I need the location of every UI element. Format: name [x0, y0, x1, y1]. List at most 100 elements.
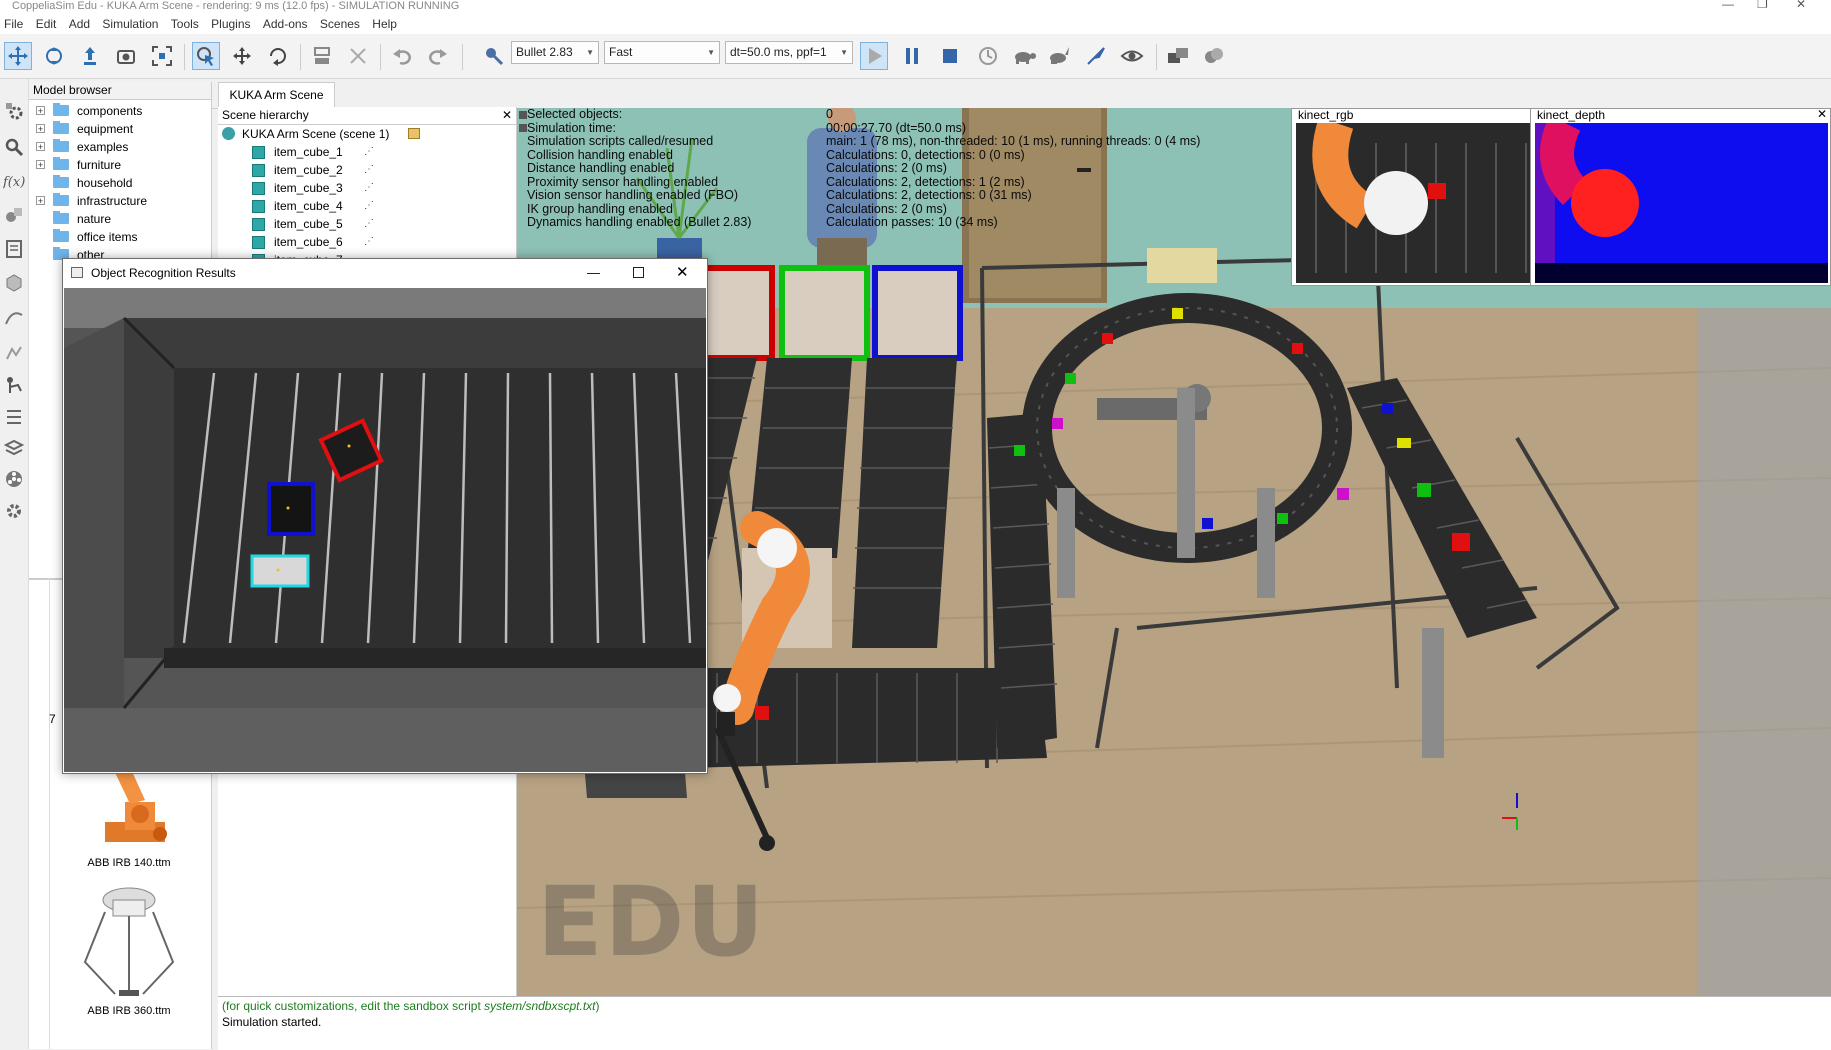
expand-icon[interactable]: + [36, 160, 45, 170]
folder-examples[interactable]: + examples [29, 138, 211, 156]
menu-add[interactable]: Add [65, 15, 95, 34]
realtime-clock-icon[interactable] [974, 42, 1002, 70]
folder-nature[interactable]: nature [29, 210, 211, 228]
menu-plugins[interactable]: Plugins [207, 15, 255, 34]
select-click-icon[interactable] [192, 42, 220, 70]
menu-scenes[interactable]: Scenes [316, 15, 365, 34]
console-script-link[interactable]: system/sndbxscpt.txt [484, 999, 595, 1013]
script-link-icon[interactable]: ⋰ [364, 215, 374, 233]
expand-icon[interactable]: + [36, 142, 45, 152]
close-window-button[interactable]: ✕ [1796, 0, 1806, 11]
camera-view-icon[interactable] [112, 42, 140, 70]
script-link-icon[interactable]: ⋰ [364, 197, 374, 215]
thread-rendering-icon[interactable] [1082, 42, 1110, 70]
expand-icon[interactable]: + [36, 106, 45, 116]
maximize-icon[interactable] [633, 267, 644, 278]
folder-components[interactable]: + components [29, 102, 211, 120]
script-link-icon[interactable]: ⋰ [364, 179, 374, 197]
speed-up-rabbit-icon[interactable] [1046, 42, 1074, 70]
delta-robot-thumbnail [83, 887, 175, 996]
scene-pages-icon[interactable] [1164, 42, 1192, 70]
maximize-button[interactable]: ❐ [1757, 0, 1768, 11]
recognition-view[interactable] [64, 288, 706, 772]
kinect-depth-view[interactable]: kinect_depth ✕ [1530, 108, 1831, 286]
play-button[interactable] [860, 42, 888, 70]
script-icon[interactable] [408, 128, 420, 139]
hierarchy-item[interactable]: item_cube_1 ⋰ [218, 143, 516, 161]
fit-to-view-icon[interactable] [148, 42, 176, 70]
film-reel-icon[interactable] [2, 467, 26, 491]
script-link-icon[interactable]: ⋰ [364, 143, 374, 161]
menu-simulation[interactable]: Simulation [98, 15, 163, 34]
hierarchy-item[interactable]: item_cube_6 ⋰ [218, 233, 516, 251]
folder-household[interactable]: household [29, 174, 211, 192]
pause-button[interactable] [898, 42, 926, 70]
camera-pan-icon[interactable] [4, 42, 32, 70]
model-thumbnail-abb-irb-360[interactable]: ABB IRB 360.ttm [65, 882, 193, 1022]
menu-edit[interactable]: Edit [32, 15, 62, 34]
script-link-icon[interactable]: ⋰ [364, 161, 374, 179]
minimize-icon[interactable]: — [587, 265, 600, 280]
menu-addons[interactable]: Add-ons [259, 15, 313, 34]
script-function-icon[interactable]: f(x) [2, 169, 26, 193]
folder-equipment[interactable]: + equipment [29, 120, 211, 138]
hierarchy-item[interactable]: item_cube_4 ⋰ [218, 197, 516, 215]
search-icon[interactable] [2, 135, 26, 159]
folder-infrastructure[interactable]: + infrastructure [29, 192, 211, 210]
kinematics-icon[interactable] [2, 373, 26, 397]
redo-icon[interactable] [424, 42, 452, 70]
svg-text:f(x): f(x) [3, 175, 25, 190]
gear-icon[interactable] [2, 499, 26, 523]
dialog-title: Object Recognition Results [91, 266, 236, 280]
slow-down-turtle-icon[interactable] [1010, 42, 1038, 70]
expand-icon[interactable]: + [36, 196, 45, 206]
simulation-settings-icon[interactable] [2, 99, 26, 123]
stop-button[interactable] [936, 42, 964, 70]
script-link-icon[interactable]: ⋰ [364, 233, 374, 251]
object-shift-icon[interactable] [228, 42, 256, 70]
close-icon[interactable]: ✕ [676, 263, 689, 281]
shapes-edit-icon[interactable] [2, 203, 26, 227]
expand-icon[interactable]: + [36, 124, 45, 134]
dialog-title-bar[interactable]: Object Recognition Results — ✕ [63, 259, 707, 287]
engine-select[interactable]: Bullet 2.83 ▼ [511, 41, 599, 64]
visualization-eye-icon[interactable] [1118, 42, 1146, 70]
hierarchy-item[interactable]: item_cube_2 ⋰ [218, 161, 516, 179]
menu-tools[interactable]: Tools [167, 15, 204, 34]
camera-shift-icon[interactable] [76, 42, 104, 70]
layers-icon[interactable] [1200, 42, 1228, 70]
path-edit-icon[interactable] [2, 305, 26, 329]
menu-help[interactable]: Help [368, 15, 402, 34]
undo-icon[interactable] [388, 42, 416, 70]
hierarchy-item[interactable]: item_cube_3 ⋰ [218, 179, 516, 197]
close-icon[interactable]: ✕ [1817, 108, 1827, 121]
subview-title-label: kinect_rgb [1298, 108, 1354, 122]
scene-3d-viewport[interactable]: Selected objects: Simulation time: Simul… [517, 108, 1831, 996]
menu-file[interactable]: File [0, 15, 28, 34]
folder-furniture[interactable]: + furniture [29, 156, 211, 174]
hierarchy-item[interactable]: item_cube_5 ⋰ [218, 215, 516, 233]
scene-root[interactable]: KUKA Arm Scene (scene 1) [218, 125, 516, 143]
transfer-dna-icon[interactable] [344, 42, 372, 70]
page-icon[interactable] [2, 237, 26, 261]
close-icon[interactable]: ✕ [502, 107, 512, 124]
assemble-icon[interactable] [308, 42, 336, 70]
list-icon[interactable] [2, 405, 26, 429]
tab-kuka-arm-scene[interactable]: KUKA Arm Scene [218, 82, 335, 107]
layers-stack-icon[interactable] [2, 435, 26, 459]
overlay-toggle-icon[interactable] [519, 111, 527, 119]
object-rotate-icon[interactable] [264, 42, 292, 70]
overlay-value: 00:00:27.70 (dt=50.0 ms) [826, 120, 967, 135]
cube-icon[interactable] [2, 271, 26, 295]
overlay-toggle-icon[interactable] [519, 124, 527, 132]
dynamics-engine-icon[interactable] [480, 42, 508, 70]
status-console[interactable]: (for quick customizations, edit the sand… [218, 996, 1831, 1050]
timestep-select[interactable]: dt=50.0 ms, ppf=1 ▼ [725, 41, 853, 64]
accuracy-select[interactable]: Fast ▼ [604, 41, 720, 64]
minimize-button[interactable]: — [1722, 0, 1734, 11]
thumbnail-scroll-number: 7 [49, 712, 56, 726]
overlay-value: main: 1 (78 ms), non-threaded: 10 (1 ms)… [826, 134, 1201, 148]
camera-rotate-icon[interactable] [40, 42, 68, 70]
collision-icon[interactable] [2, 341, 26, 365]
folder-office-items[interactable]: office items [29, 228, 211, 246]
